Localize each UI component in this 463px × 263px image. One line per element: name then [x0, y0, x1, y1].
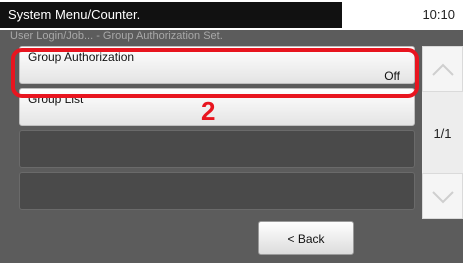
page-indicator: 1/1	[433, 126, 452, 141]
scroll-down-button[interactable]	[422, 173, 463, 219]
list-item-label: Group List	[28, 92, 84, 106]
list-item-label: Group Authorization	[28, 50, 135, 64]
chevron-up-icon	[432, 63, 454, 76]
breadcrumb: User Login/Job... - Group Authorization …	[10, 30, 223, 42]
list-item-value: Off	[384, 69, 400, 83]
list-item-empty	[19, 172, 415, 210]
bottom-bar: < Back	[0, 219, 463, 263]
clock-time: 10:10	[422, 7, 455, 22]
screen: System Menu/Counter. 10:10 User Login/Jo…	[0, 0, 463, 263]
back-button[interactable]: < Back	[258, 221, 354, 255]
list-item-group-authorization[interactable]: Group Authorization Off	[19, 46, 415, 84]
status-title: System Menu/Counter.	[0, 2, 342, 28]
chevron-down-icon	[432, 191, 454, 204]
scroll-column: 1/1	[422, 46, 463, 219]
status-bar: System Menu/Counter. 10:10	[0, 0, 463, 30]
list-item-empty	[19, 130, 415, 168]
step-callout-number: 2	[201, 96, 216, 126]
scroll-up-button[interactable]	[422, 46, 463, 92]
list-item-group-list[interactable]: Group List	[19, 88, 415, 126]
